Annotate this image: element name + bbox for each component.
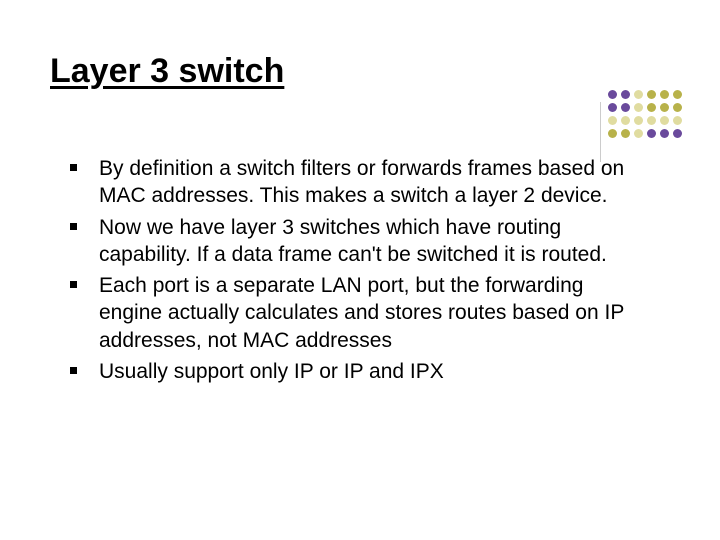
slide-title: Layer 3 switch: [50, 52, 284, 91]
list-item: Each port is a separate LAN port, but th…: [70, 272, 630, 354]
dot-grid-icon: [608, 90, 683, 139]
dot-icon: [673, 90, 682, 99]
dot-icon: [621, 129, 630, 138]
bullet-text: By definition a switch filters or forwar…: [99, 155, 630, 210]
dot-icon: [660, 103, 669, 112]
dot-icon: [660, 116, 669, 125]
dot-icon: [608, 116, 617, 125]
divider-line: [600, 102, 601, 162]
dot-icon: [634, 129, 643, 138]
dot-icon: [673, 103, 682, 112]
bullet-list: By definition a switch filters or forwar…: [70, 155, 630, 389]
list-item: Usually support only IP or IP and IPX: [70, 358, 630, 385]
dot-icon: [647, 129, 656, 138]
dot-icon: [621, 116, 630, 125]
dot-icon: [608, 129, 617, 138]
dot-icon: [634, 116, 643, 125]
bullet-icon: [70, 367, 77, 374]
dot-icon: [673, 129, 682, 138]
list-item: By definition a switch filters or forwar…: [70, 155, 630, 210]
dot-icon: [647, 90, 656, 99]
dot-icon: [647, 103, 656, 112]
bullet-icon: [70, 164, 77, 171]
dot-icon: [673, 116, 682, 125]
dot-icon: [621, 103, 630, 112]
dot-icon: [634, 103, 643, 112]
decorative-dots: [600, 90, 690, 145]
bullet-text: Each port is a separate LAN port, but th…: [99, 272, 630, 354]
dot-icon: [660, 90, 669, 99]
dot-icon: [608, 103, 617, 112]
bullet-icon: [70, 223, 77, 230]
dot-icon: [621, 90, 630, 99]
dot-icon: [608, 90, 617, 99]
dot-icon: [634, 90, 643, 99]
list-item: Now we have layer 3 switches which have …: [70, 214, 630, 269]
dot-icon: [647, 116, 656, 125]
dot-icon: [660, 129, 669, 138]
bullet-text: Now we have layer 3 switches which have …: [99, 214, 630, 269]
bullet-text: Usually support only IP or IP and IPX: [99, 358, 444, 385]
bullet-icon: [70, 281, 77, 288]
